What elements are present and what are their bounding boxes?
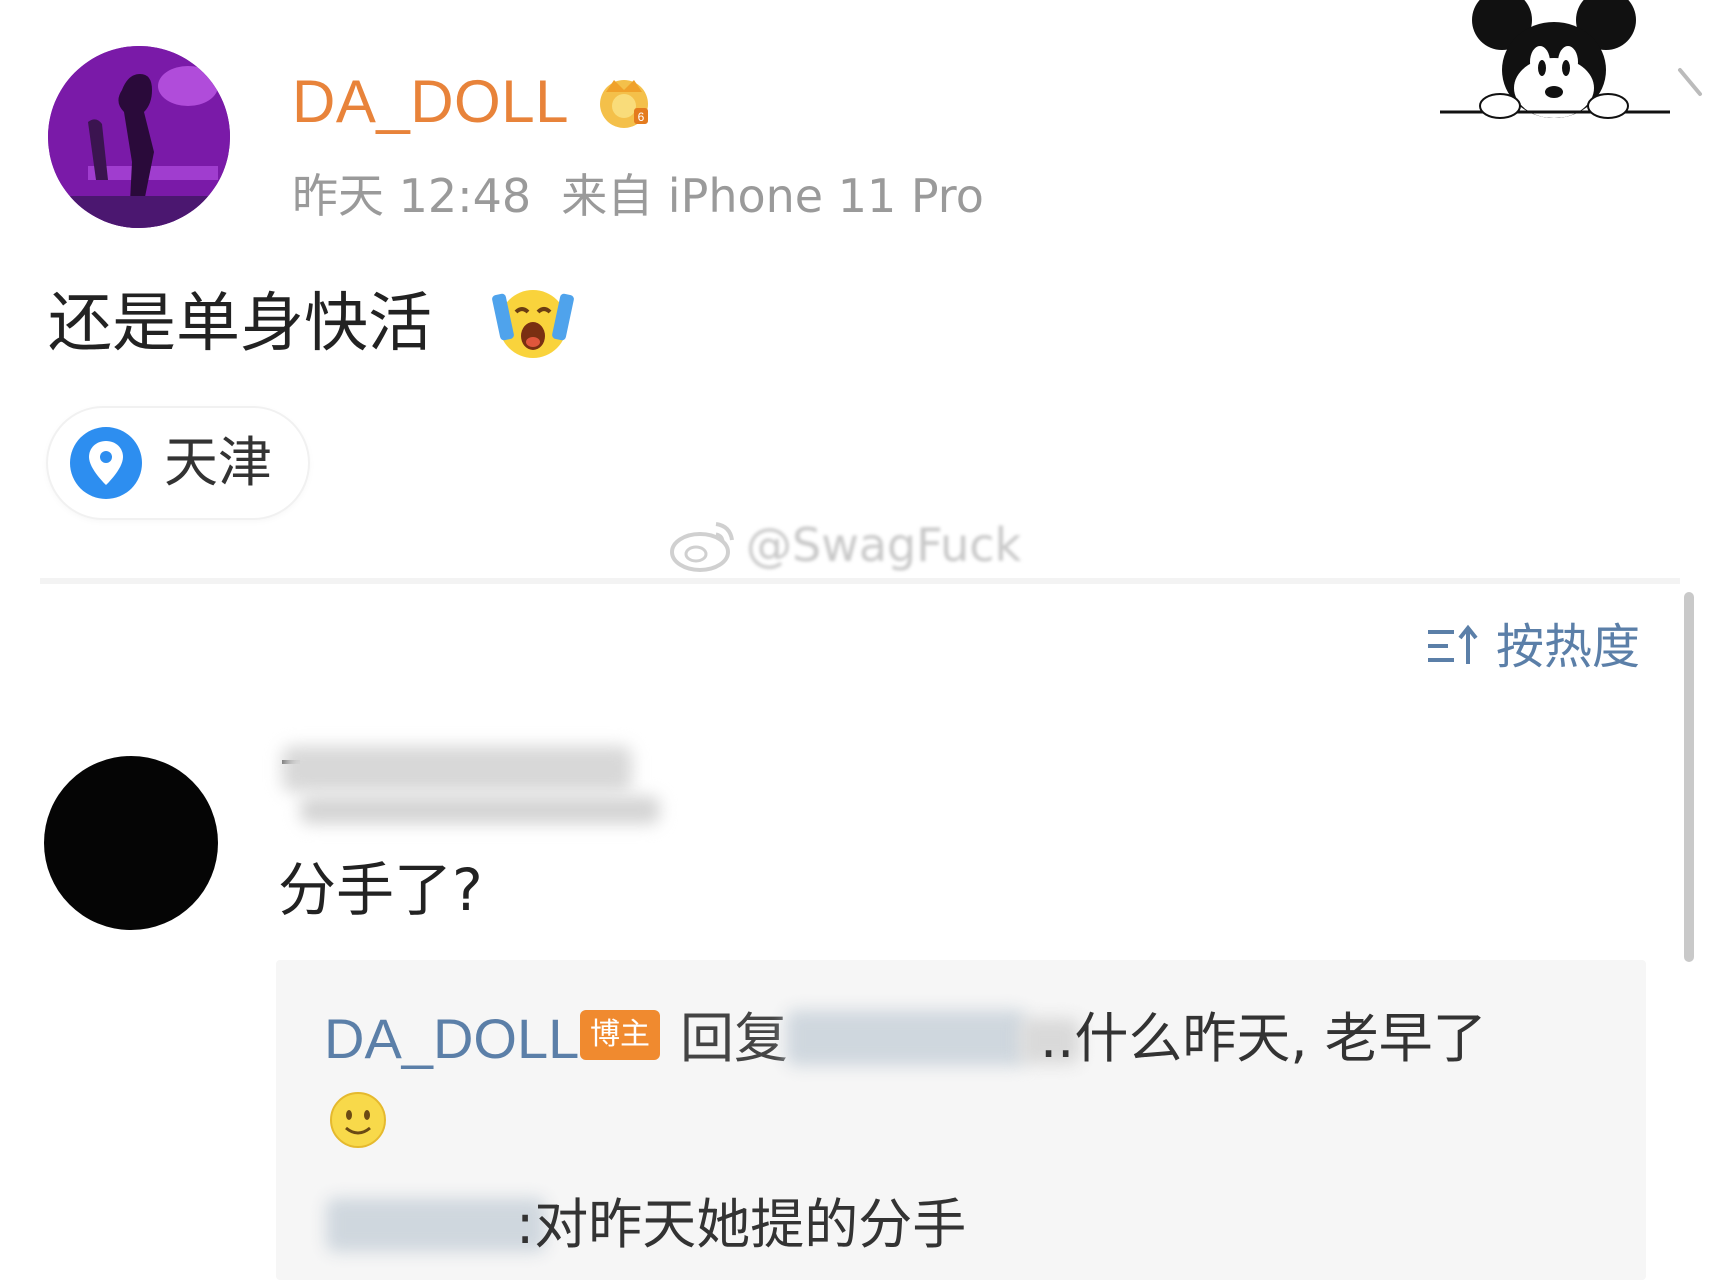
svg-text:6: 6: [638, 110, 645, 124]
avatar-image: [48, 46, 230, 228]
location-pin-icon: [70, 427, 142, 499]
weibo-logo-icon: [670, 522, 734, 572]
weibo-post-page: DA_DOLL 6 昨天 12:48 来自 iPhone 11 Pro 还是单身快…: [0, 0, 1712, 1280]
crying-emoji-icon: [492, 290, 574, 358]
sort-icon: [1428, 624, 1478, 664]
post-time: 昨天 12:48: [292, 169, 532, 223]
location-chip[interactable]: 天津: [48, 408, 308, 518]
commenter-name-redacted-blur-2: [300, 796, 660, 824]
post-meta: 昨天 12:48 来自 iPhone 11 Pro: [292, 166, 1014, 226]
second-replier-redacted-blur: [326, 1198, 546, 1252]
watermark-text: @SwagFuck: [746, 518, 1022, 572]
reply-verb: 回复: [680, 1007, 788, 1070]
post-source: 来自 iPhone 11 Pro: [561, 169, 984, 223]
op-badge: 博主: [580, 1010, 660, 1060]
scrollbar[interactable]: [1684, 592, 1694, 962]
commenter-avatar[interactable]: [44, 756, 218, 930]
corner-mark-icon: [1678, 68, 1702, 96]
reply-author[interactable]: DA_DOLL: [324, 1006, 579, 1072]
second-reply-text: :对昨天她提的分手: [516, 1193, 967, 1256]
sort-by-hot-button[interactable]: 按热度: [1424, 614, 1640, 680]
comment-text: 分手了?: [278, 856, 483, 924]
avatar[interactable]: [48, 46, 230, 228]
location-label: 天津: [164, 431, 272, 494]
post-text: 还是单身快活: [48, 287, 432, 361]
smile-emoji-icon: [330, 1092, 386, 1148]
crown-badge-icon: 6: [600, 80, 648, 128]
sort-label: 按热度: [1496, 619, 1641, 675]
reply-text: ..什么昨天, 老早了: [1040, 1007, 1487, 1070]
post-username[interactable]: DA_DOLL: [292, 66, 569, 138]
commenter-name-redacted-blur: [282, 746, 632, 792]
reply-target-redacted-blur: [786, 1010, 1026, 1066]
mickey-mouse-icon: [1440, 0, 1670, 119]
